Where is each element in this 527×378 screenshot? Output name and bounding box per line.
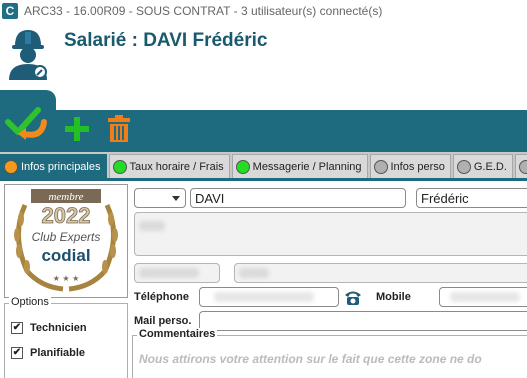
- prenom-field[interactable]: Frédéric: [416, 188, 527, 208]
- comments-group[interactable]: Commentaires Nous attirons votre attenti…: [132, 328, 527, 378]
- dial-phone-button[interactable]: [342, 287, 364, 307]
- mail-label: Mail perso.: [134, 315, 192, 327]
- page-header: Salarié : DAVI Frédéric: [0, 22, 527, 84]
- mail-field[interactable]: [199, 311, 527, 331]
- tab-ged[interactable]: G.E.D.: [452, 154, 513, 178]
- mobile-field[interactable]: [439, 287, 527, 307]
- photo-frame[interactable]: membre 2022 Club Experts codial ★ ★ ★: [4, 184, 128, 298]
- tab-label: G.E.D.: [473, 160, 507, 173]
- codial-club-logo: membre 2022 Club Experts codial ★ ★ ★: [14, 189, 118, 292]
- logo-line2: Club Experts: [32, 230, 101, 244]
- options-legend: Options: [9, 296, 51, 308]
- logo-stars: ★ ★ ★: [53, 274, 80, 283]
- logo-brand: codial: [41, 246, 90, 265]
- planifiable-checkbox[interactable]: ✔: [11, 347, 23, 359]
- main-panel: membre 2022 Club Experts codial ★ ★ ★ DA…: [0, 178, 527, 378]
- postal-code-field[interactable]: [134, 263, 220, 283]
- tab-infos-principales[interactable]: Infos principales: [0, 154, 107, 178]
- planifiable-label: Planifiable: [30, 347, 86, 359]
- tab-label: Infos perso: [390, 160, 445, 173]
- chevron-down-icon: [172, 196, 180, 201]
- tab-messagerie[interactable]: Messagerie / Planning: [231, 154, 368, 178]
- status-dot-icon: [373, 159, 388, 174]
- trash-icon: [108, 115, 130, 142]
- options-group: Options ✔ Technicien ✔ Planifiable: [4, 296, 128, 378]
- technicien-label: Technicien: [30, 322, 87, 334]
- status-dot-icon: [4, 159, 18, 174]
- delete-button[interactable]: [104, 114, 134, 144]
- redacted-text: [214, 292, 314, 302]
- status-dot-icon: [235, 159, 250, 174]
- check-arrow-icon: [5, 107, 47, 140]
- comments-text: Nous attirons votre attention sur le fai…: [139, 352, 482, 366]
- status-dot-icon: [112, 159, 127, 174]
- plus-icon: [65, 117, 89, 141]
- redacted-text: [139, 268, 199, 278]
- logo-year: 2022: [42, 203, 91, 228]
- tab-infos-perso[interactable]: Infos perso: [369, 154, 451, 178]
- tab-label: Taux horaire / Frais: [129, 160, 224, 173]
- phone-icon: [345, 291, 361, 305]
- app-icon: C: [2, 3, 18, 19]
- title-bar: C ARC33 - 16.00R09 - SOUS CONTRAT - 3 ut…: [0, 0, 527, 22]
- toolbar: [0, 84, 527, 152]
- redacted-text: [239, 268, 269, 278]
- tab-label: Messagerie / Planning: [252, 160, 362, 173]
- redacted-text: [139, 221, 165, 231]
- tab-bar: Infos principales Taux horaire / Frais M…: [0, 152, 527, 178]
- technicien-checkbox[interactable]: ✔: [11, 322, 23, 334]
- technicien-option[interactable]: ✔ Technicien: [11, 322, 87, 334]
- logo-line1: membre: [48, 191, 83, 203]
- status-dot-icon: [456, 159, 471, 174]
- telephone-label: Téléphone: [134, 291, 190, 303]
- page-title: Salarié : DAVI Frédéric: [64, 30, 268, 51]
- add-button[interactable]: [62, 114, 92, 144]
- civility-select[interactable]: [134, 188, 186, 208]
- mobile-label: Mobile: [376, 291, 411, 303]
- comments-label: Commentaires: [137, 328, 218, 340]
- address-field[interactable]: [134, 212, 527, 256]
- status-dot-icon: [518, 159, 527, 174]
- window-title: ARC33 - 16.00R09 - SOUS CONTRAT - 3 util…: [24, 4, 383, 18]
- planifiable-option[interactable]: ✔ Planifiable: [11, 347, 85, 359]
- validate-back-button[interactable]: [4, 104, 50, 144]
- city-field[interactable]: [234, 263, 527, 283]
- tab-overflow[interactable]: [514, 154, 527, 178]
- telephone-field[interactable]: [199, 287, 339, 307]
- nom-field[interactable]: DAVI: [190, 188, 406, 208]
- worker-helmet-icon: [9, 30, 47, 80]
- tab-label: Infos principales: [21, 160, 101, 173]
- tab-taux-horaire[interactable]: Taux horaire / Frais: [108, 154, 230, 178]
- redacted-text: [450, 292, 520, 302]
